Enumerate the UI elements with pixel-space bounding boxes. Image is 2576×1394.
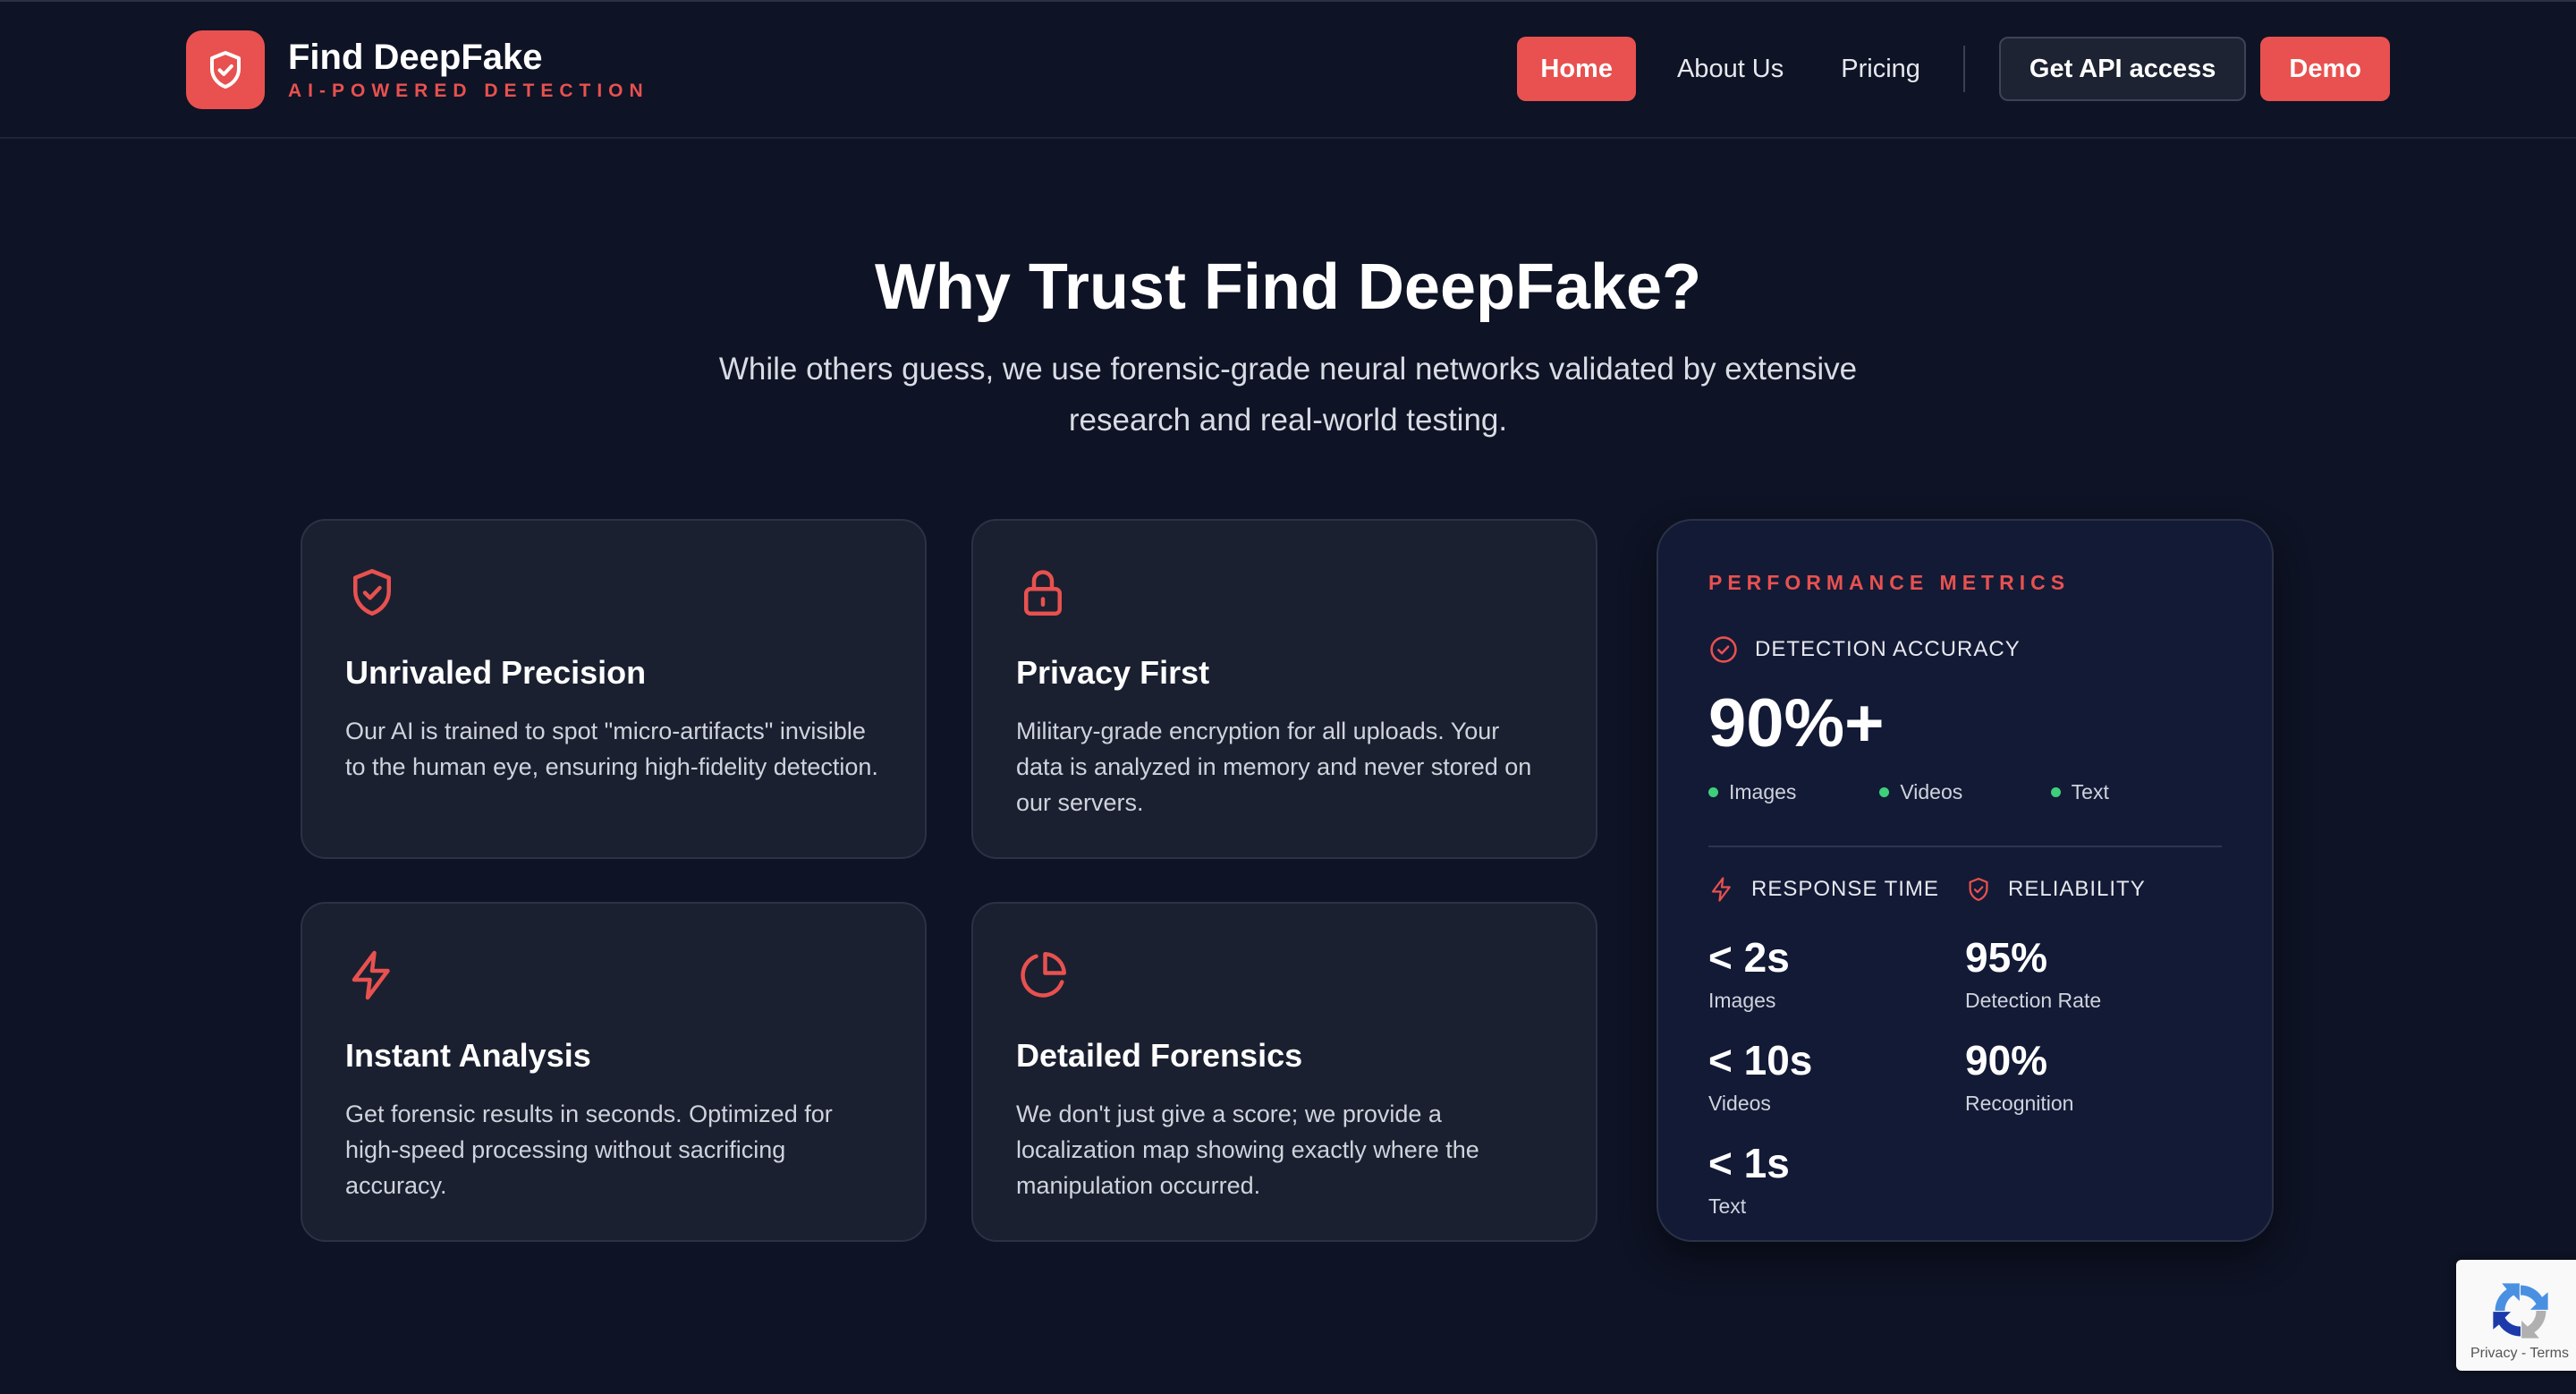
reliability-label: RELIABILITY	[2008, 877, 2146, 901]
feature-title: Instant Analysis	[345, 1037, 591, 1074]
nav-home-button[interactable]: Home	[1517, 37, 1636, 101]
brand-subtitle: AI-POWERED DETECTION	[288, 81, 649, 101]
feature-title: Detailed Forensics	[1016, 1037, 1303, 1074]
media-tag: Text	[2050, 780, 2222, 804]
lightning-icon	[1711, 877, 1731, 902]
recaptcha-icon	[2493, 1283, 2548, 1339]
feature-description: Get forensic results in seconds. Optimiz…	[345, 1101, 833, 1199]
nav-about-link[interactable]: About Us	[1648, 37, 1812, 101]
brand-title: Find DeepFake	[288, 38, 543, 77]
reliability-value: 90%	[1965, 1037, 2048, 1084]
performance-metrics-panel: PERFORMANCE METRICS DETECTION ACCURACY 9…	[1657, 519, 2274, 1242]
top-navigation-bar: Find DeepFake AI-POWERED DETECTION Home …	[0, 0, 2576, 139]
get-api-access-button[interactable]: Get API access	[1998, 37, 2247, 101]
metrics-divider	[1708, 846, 2222, 847]
nav-pricing-link[interactable]: Pricing	[1812, 37, 1949, 101]
media-tag-label: Images	[1729, 780, 1797, 803]
shield-check-icon	[353, 569, 391, 616]
response-time-caption: Images	[1708, 989, 1776, 1012]
feature-title: Privacy First	[1016, 654, 1210, 691]
feature-title: Unrivaled Precision	[345, 654, 647, 691]
media-tag: Images	[1708, 780, 1879, 804]
detection-accuracy-value: 90%+	[1708, 685, 1885, 761]
recaptcha-links[interactable]: Privacy - Terms	[2470, 1346, 2569, 1362]
media-tag: Videos	[1879, 780, 2050, 804]
feature-card-instant: Instant Analysis Get forensic results in…	[301, 902, 927, 1242]
pie-chart-icon	[1021, 952, 1066, 998]
status-dot	[1708, 787, 1718, 797]
lock-icon	[1024, 570, 1062, 616]
status-dot	[2050, 787, 2061, 797]
metrics-heading: PERFORMANCE METRICS	[1708, 571, 2071, 594]
main-nav: Home About Us Pricing Get API access Dem…	[1517, 36, 2390, 102]
recaptcha-badge[interactable]: Privacy - Terms	[2456, 1260, 2576, 1371]
response-time-column: RESPONSE TIME < 2s Images < 10s Videos <…	[1708, 876, 1965, 1219]
brand[interactable]: Find DeepFake AI-POWERED DETECTION	[186, 30, 649, 109]
media-types: Images Videos Text	[1708, 780, 2222, 804]
feature-card-precision: Unrivaled Precision Our AI is trained to…	[301, 519, 927, 859]
response-time-caption: Videos	[1708, 1092, 1771, 1115]
response-time-caption: Text	[1708, 1194, 1747, 1218]
media-tag-label: Videos	[1900, 780, 1963, 803]
section-subtitle: While others guess, we use forensic-grad…	[718, 352, 1858, 438]
shield-check-icon	[210, 51, 241, 89]
detection-accuracy-label: DETECTION ACCURACY	[1755, 637, 2021, 661]
feature-description: Military-grade encryption for all upload…	[1016, 718, 1532, 816]
feature-description: Our AI is trained to spot "micro-artifac…	[345, 718, 878, 780]
status-dot	[1879, 787, 1890, 797]
section-title: Why Trust Find DeepFake?	[874, 251, 1702, 323]
reliability-caption: Detection Rate	[1965, 989, 2102, 1012]
response-time-value: < 10s	[1708, 1037, 1813, 1084]
feature-description: We don't just give a score; we provide a…	[1016, 1101, 1479, 1199]
reliability-value: 95%	[1965, 934, 2048, 981]
nav-divider	[1962, 46, 1965, 92]
media-tag-label: Text	[2071, 780, 2109, 803]
response-time-label: RESPONSE TIME	[1751, 877, 1939, 901]
reliability-caption: Recognition	[1965, 1092, 2074, 1115]
reliability-column: RELIABILITY 95% Detection Rate 90% Recog…	[1965, 876, 2222, 1219]
response-time-value: < 2s	[1708, 934, 1790, 981]
lightning-icon	[352, 950, 390, 1000]
check-circle-icon	[1710, 636, 1737, 663]
shield-check-icon	[1969, 878, 1988, 901]
demo-button[interactable]: Demo	[2260, 37, 2390, 101]
feature-card-privacy: Privacy First Military-grade encryption …	[971, 519, 1597, 859]
top-border	[0, 0, 2576, 2]
logo	[186, 30, 265, 109]
response-time-value: < 1s	[1708, 1140, 1790, 1186]
feature-card-forensics: Detailed Forensics We don't just give a …	[971, 902, 1597, 1242]
